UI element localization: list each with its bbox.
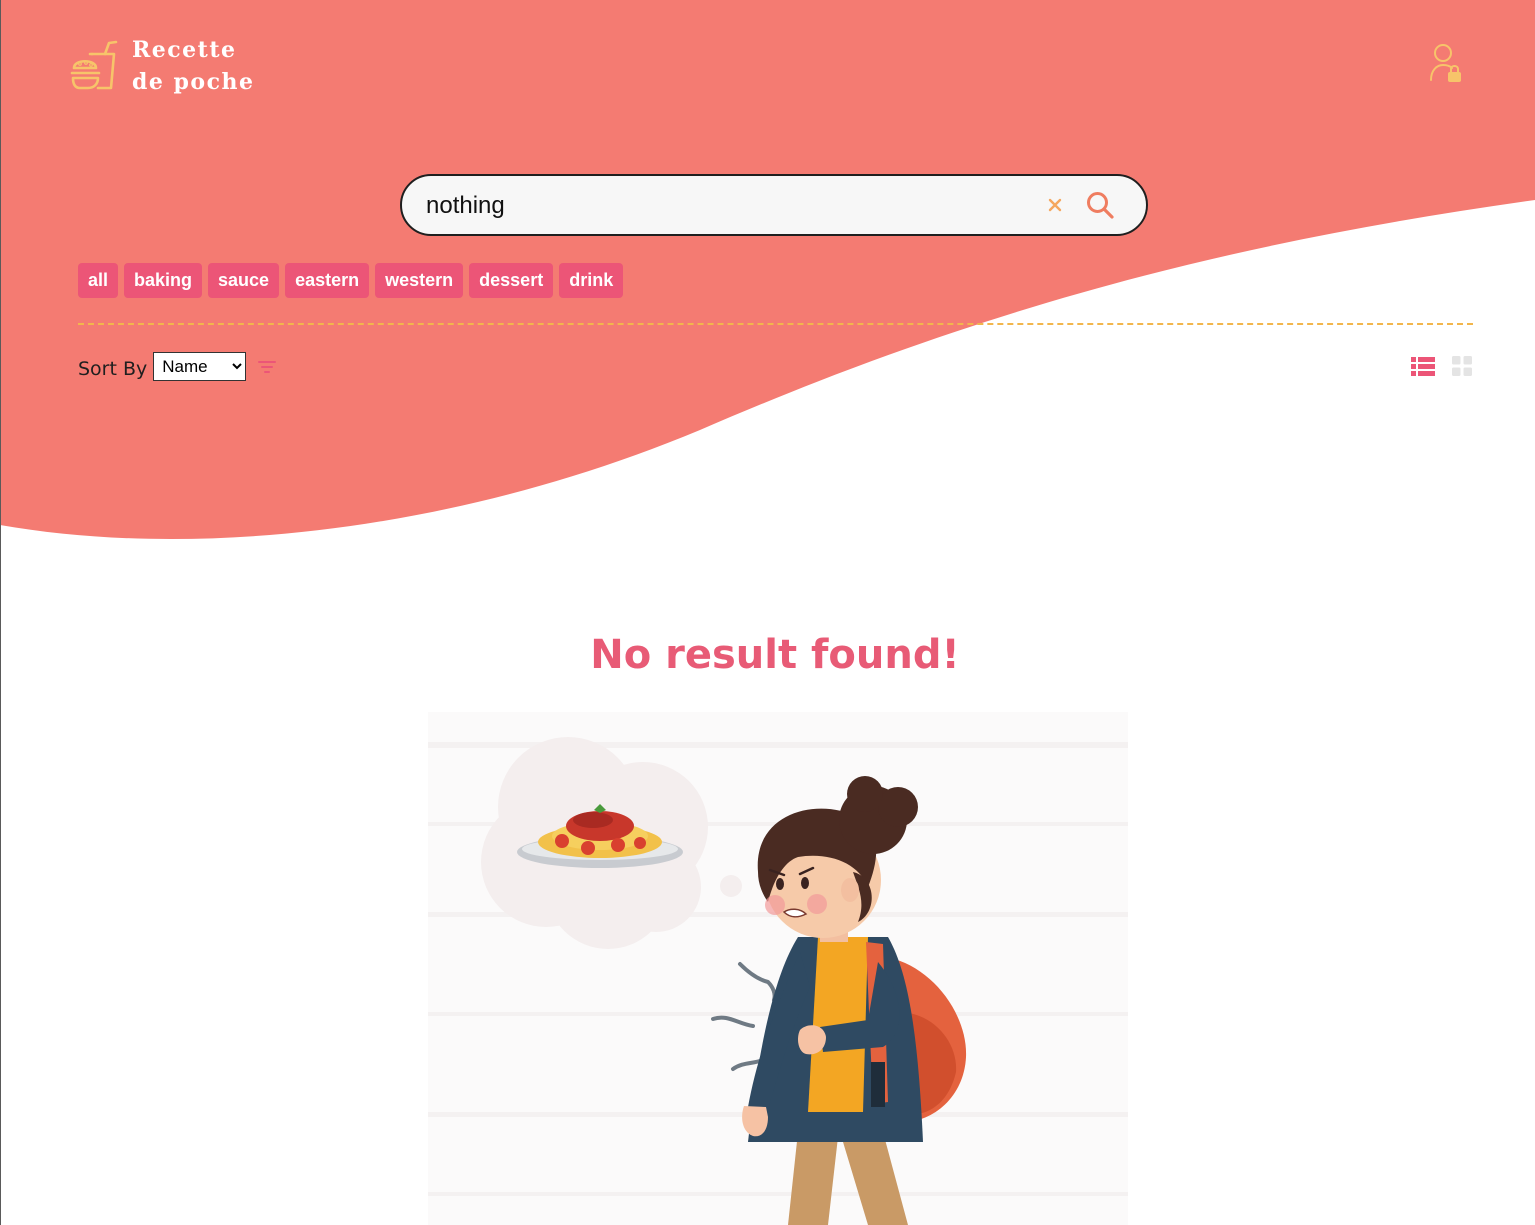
list-view-icon[interactable] [1411, 357, 1435, 376]
tag-sauce[interactable]: sauce [208, 263, 280, 298]
sort-select[interactable]: Name [153, 352, 247, 381]
search-input[interactable] [426, 186, 986, 226]
burger-drink-icon [70, 40, 118, 90]
search-bar [400, 174, 1148, 236]
brand-line-2: de poche [132, 69, 255, 95]
tag-western[interactable]: western [375, 263, 464, 298]
hungry-girl-illustration [428, 712, 1128, 1225]
filter-icon[interactable] [258, 359, 277, 375]
section-divider [78, 323, 1473, 325]
category-tags: all baking sauce eastern western dessert… [78, 263, 624, 298]
sort-label: Sort By [78, 357, 148, 380]
tag-baking[interactable]: baking [124, 263, 203, 298]
brand-name: Recette de poche [132, 34, 254, 98]
no-result-message: No result found! [590, 632, 960, 678]
tag-dessert[interactable]: dessert [469, 263, 554, 298]
search-icon[interactable] [1085, 190, 1115, 220]
tag-eastern[interactable]: eastern [285, 263, 370, 298]
tag-all[interactable]: all [78, 263, 119, 298]
grid-view-icon[interactable] [1452, 356, 1472, 376]
close-icon[interactable] [1042, 192, 1068, 218]
tag-drink[interactable]: drink [559, 263, 624, 298]
brand-logo[interactable]: Recette de poche [68, 34, 254, 98]
page-left-border [0, 0, 1, 1225]
brand-line-1: Recette [132, 37, 237, 63]
sort-controls: Sort By Name [78, 352, 277, 381]
user-lock-icon[interactable] [1427, 42, 1465, 84]
